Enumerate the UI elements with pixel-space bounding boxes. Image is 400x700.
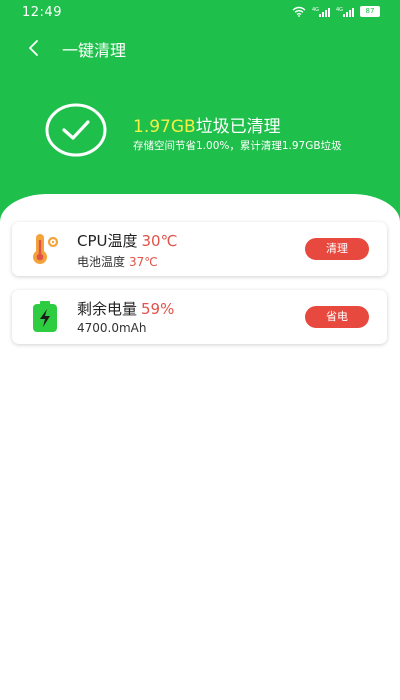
svg-text:4G: 4G — [312, 7, 319, 13]
clean-button[interactable]: 清理 — [305, 238, 369, 260]
cpu-temperature-value: 30℃ — [141, 232, 178, 250]
cleaned-label: 垃圾已清理 — [195, 117, 281, 137]
wifi-icon — [292, 6, 306, 17]
thermometer-icon — [30, 232, 60, 266]
cpu-temperature-title: CPU温度 30℃ — [77, 230, 177, 251]
cpu-temperature-label: CPU温度 — [77, 232, 138, 250]
cleaned-headline: 1.97GB垃圾已清理 — [133, 112, 281, 137]
battery-remaining-label: 剩余电量 — [77, 300, 138, 318]
cpu-temperature-card: CPU温度 30℃ 电池温度 37℃ 清理 — [12, 222, 387, 276]
check-circle-icon — [45, 103, 107, 157]
battery-temperature: 电池温度 37℃ — [77, 253, 158, 270]
power-save-button[interactable]: 省电 — [305, 306, 369, 328]
page-title: 一键清理 — [62, 41, 127, 60]
cleaned-subtitle: 存储空间节省1.00%，累计清理1.97GB垃圾 — [133, 140, 342, 152]
toolbar: 一键清理 — [0, 30, 400, 66]
battery-remaining-card: 剩余电量 59% 4700.0mAh 省电 — [12, 290, 387, 344]
status-icons: 4G 4G 87 — [292, 6, 380, 17]
cleaned-amount: 1.97GB — [133, 117, 196, 137]
back-button[interactable] — [22, 35, 48, 61]
signal-icon-2: 4G — [336, 6, 354, 17]
battery-capacity: 4700.0mAh — [77, 321, 147, 335]
battery-remaining-value: 59% — [141, 300, 175, 318]
cleanup-screen: 12:49 4G 4G 87 一键清理 1.97GB垃圾已清理 存储空间节省1.… — [0, 0, 400, 700]
battery-remaining-title: 剩余电量 59% — [77, 298, 174, 319]
battery-charging-icon — [30, 300, 60, 334]
chevron-left-icon — [29, 40, 38, 56]
status-time: 12:49 — [22, 5, 62, 20]
battery-icon: 87 — [360, 6, 380, 17]
battery-temperature-value: 37℃ — [129, 255, 158, 269]
signal-icon: 4G — [312, 6, 330, 17]
status-bar: 12:49 4G 4G 87 — [0, 0, 400, 26]
battery-temperature-label: 电池温度 — [77, 255, 126, 269]
svg-text:4G: 4G — [336, 7, 343, 13]
